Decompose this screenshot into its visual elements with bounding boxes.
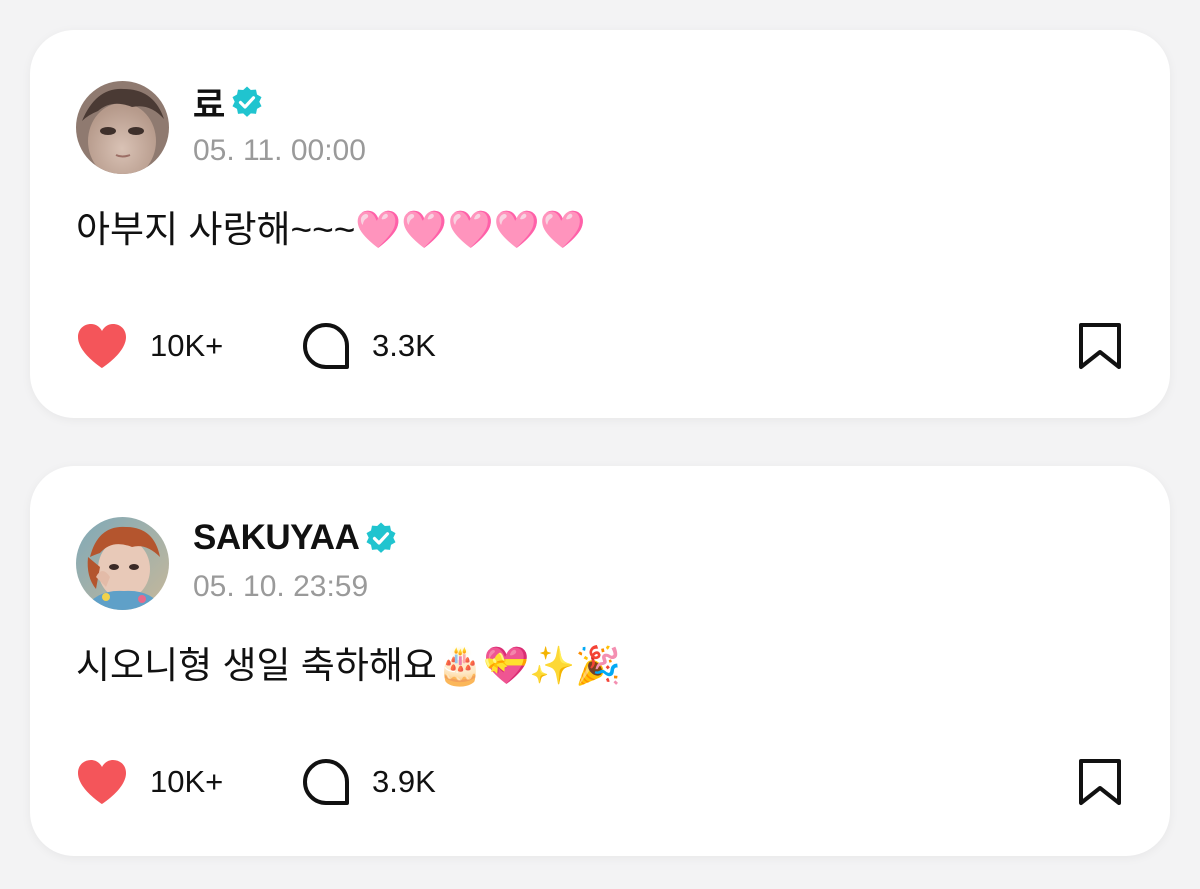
author-avatar[interactable] (76, 81, 169, 174)
comment-button[interactable]: 3.9K (302, 754, 436, 810)
comment-count: 3.9K (372, 764, 436, 799)
author-row: SAKUYAA (193, 514, 397, 562)
post-actions: 10K+ 3.9K (76, 754, 1122, 810)
comment-count: 3.3K (372, 328, 436, 363)
author-row: 료 (193, 78, 263, 126)
author-avatar[interactable] (76, 517, 169, 610)
author-name[interactable]: SAKUYAA (193, 518, 360, 558)
like-count: 10K+ (150, 764, 224, 799)
post-timestamp: 05. 10. 23:59 (193, 570, 369, 603)
author-name[interactable]: 료 (193, 77, 225, 128)
post-text: 시오니형 생일 축하해요🎂💝✨🎉 (76, 645, 622, 686)
verified-badge-icon (231, 86, 263, 118)
post-timestamp: 05. 11. 00:00 (193, 134, 366, 167)
post-card: SAKUYAA 05. 10. 23:59 시오니형 생일 축하해요🎂💝✨🎉 1… (30, 466, 1170, 856)
comment-bubble-icon (302, 322, 350, 370)
like-button[interactable]: 10K+ (76, 754, 223, 810)
heart-icon (76, 759, 128, 805)
heart-icon (76, 323, 128, 369)
like-button[interactable]: 10K+ (76, 318, 223, 374)
comment-button[interactable]: 3.3K (302, 318, 436, 374)
post-card: 료 05. 11. 00:00 아부지 사랑해~~~🩷🩷🩷🩷🩷 10K+ 3.3… (30, 30, 1170, 418)
bookmark-icon[interactable] (1078, 758, 1122, 806)
post-text: 아부지 사랑해~~~🩷🩷🩷🩷🩷 (76, 209, 586, 250)
post-actions: 10K+ 3.3K (76, 318, 1122, 374)
comment-bubble-icon (302, 758, 350, 806)
bookmark-icon[interactable] (1078, 322, 1122, 370)
like-count: 10K+ (150, 328, 224, 363)
verified-badge-icon (365, 522, 397, 554)
